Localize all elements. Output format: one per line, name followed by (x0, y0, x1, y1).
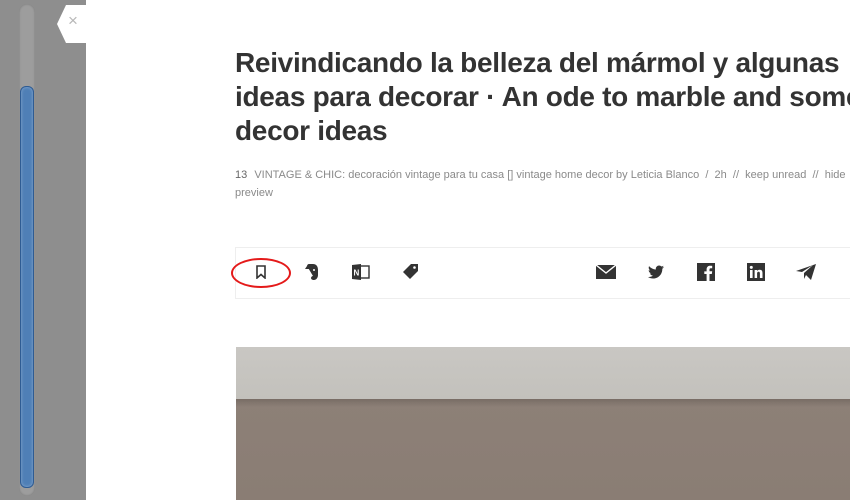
hide-link[interactable]: hide (825, 169, 846, 181)
separator: // (812, 169, 819, 181)
separator: // (732, 169, 740, 181)
source-link[interactable]: VINTAGE & CHIC: decoración vintage para … (254, 169, 699, 181)
article-title[interactable]: Reivindicando la belleza del mármol y al… (235, 46, 850, 148)
linkedin-icon[interactable] (746, 262, 766, 282)
facebook-icon[interactable] (696, 262, 716, 282)
unread-count: 13 (235, 169, 248, 181)
tag-icon[interactable] (401, 262, 421, 282)
close-icon[interactable]: × (66, 12, 80, 29)
article-image-shade (236, 399, 850, 407)
scrollbar[interactable] (19, 4, 35, 496)
bookmark-icon[interactable] (251, 262, 271, 282)
svg-text:N: N (354, 269, 360, 278)
twitter-icon[interactable] (646, 262, 666, 282)
preview-link[interactable]: preview (235, 187, 273, 199)
separator: / (705, 169, 709, 181)
keep-unread-link[interactable]: keep unread (745, 169, 806, 181)
share-toolbar: N (231, 247, 850, 299)
article-meta: 13 VINTAGE & CHIC: decoración vintage pa… (235, 166, 850, 202)
dimmed-background (0, 0, 86, 500)
article-image (236, 347, 850, 500)
scrollbar-thumb[interactable] (20, 86, 34, 488)
evernote-icon[interactable] (302, 262, 322, 282)
send-icon[interactable] (796, 262, 816, 282)
mail-icon[interactable] (596, 262, 616, 282)
article-age: 2h (714, 169, 727, 181)
onenote-icon[interactable]: N (351, 262, 371, 282)
